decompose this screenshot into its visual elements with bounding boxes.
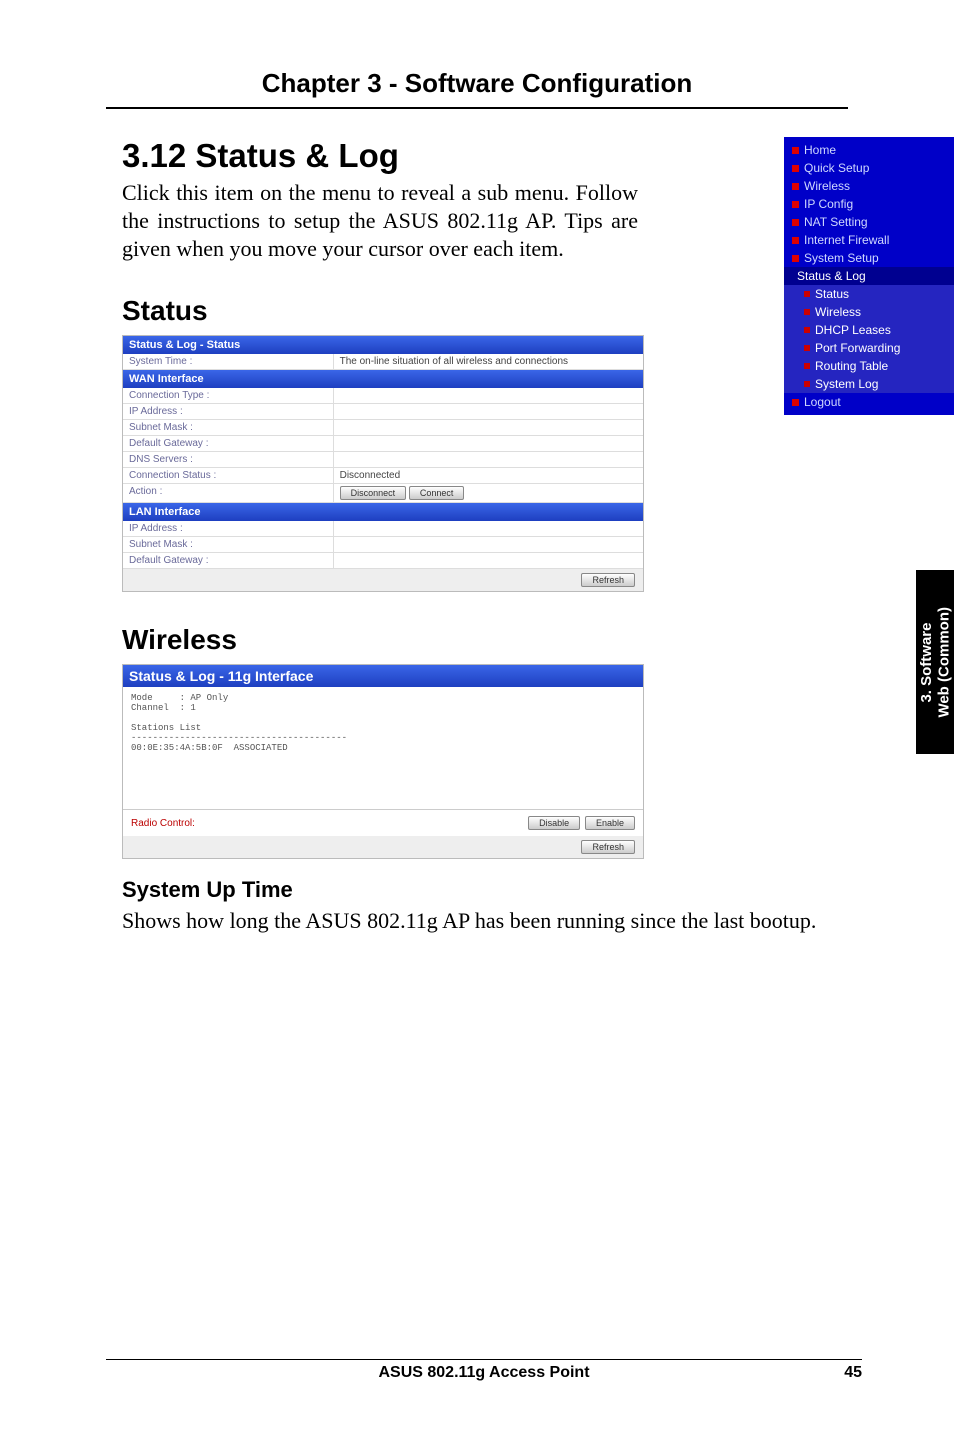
menu-item: NAT Setting — [804, 215, 868, 229]
disconnect-button: Disconnect — [340, 486, 407, 500]
wireless-screenshot: Status & Log - 11g Interface Mode : AP O… — [122, 664, 644, 859]
bullet-icon — [792, 255, 799, 262]
refresh-button: Refresh — [581, 840, 635, 854]
footer-divider — [106, 1359, 862, 1360]
bullet-icon — [804, 381, 810, 387]
disable-button: Disable — [528, 816, 580, 830]
refresh-button: Refresh — [581, 573, 635, 587]
bullet-icon — [792, 147, 799, 154]
divider — [106, 107, 848, 109]
row-label: Default Gateway : — [123, 436, 333, 451]
bullet-icon — [804, 363, 810, 369]
system-uptime-heading: System Up Time — [122, 877, 848, 903]
row-label: Default Gateway : — [123, 553, 333, 568]
footer-page-number: 45 — [826, 1364, 862, 1382]
wireless-table-title: Status & Log - 11g Interface — [123, 665, 643, 687]
content-area: Home Quick Setup Wireless IP Config NAT … — [0, 137, 954, 936]
row-label: IP Address : — [123, 521, 333, 536]
page: Chapter 3 - Software Configuration Home … — [0, 0, 954, 1438]
menu-item: Logout — [804, 395, 841, 409]
menu-item-active: Status & Log — [797, 269, 866, 283]
chapter-title: Chapter 3 - Software Configuration — [0, 68, 954, 99]
menu-item: Internet Firewall — [804, 233, 889, 247]
menu-item: IP Config — [804, 197, 853, 211]
side-tab-line1: 3. Software — [918, 622, 935, 702]
bullet-icon — [804, 291, 810, 297]
wireless-log-body: Mode : AP Only Channel : 1 Stations List… — [123, 687, 643, 809]
bullet-icon — [792, 165, 799, 172]
bullet-icon — [804, 327, 810, 333]
footer-product: ASUS 802.11g Access Point — [142, 1364, 826, 1382]
row-value — [333, 436, 643, 451]
submenu-item: DHCP Leases — [815, 323, 891, 337]
row-value: The on-line situation of all wireless an… — [333, 354, 643, 369]
intro-paragraph: Click this item on the menu to reveal a … — [122, 179, 638, 263]
submenu-item: Status — [815, 287, 849, 301]
connect-button: Connect — [409, 486, 465, 500]
side-tab: 3. Software Web (Common) — [916, 570, 954, 754]
menu-item: Wireless — [804, 179, 850, 193]
bullet-icon — [792, 237, 799, 244]
row-label: Subnet Mask : — [123, 537, 333, 552]
section-header: WAN Interface — [123, 370, 643, 388]
menu-item: Home — [804, 143, 836, 157]
bullet-icon — [804, 309, 810, 315]
row-label: Connection Type : — [123, 388, 333, 403]
section-heading: 3.12 Status & Log — [122, 137, 848, 175]
bullet-icon — [792, 399, 799, 406]
footer-spacer — [106, 1364, 142, 1382]
bullet-icon — [792, 201, 799, 208]
radio-control-label: Radio Control: — [131, 818, 195, 829]
wireless-heading: Wireless — [122, 624, 848, 656]
footer: ASUS 802.11g Access Point 45 — [106, 1351, 862, 1382]
row-value — [333, 452, 643, 467]
system-uptime-body: Shows how long the ASUS 802.11g AP has b… — [122, 907, 848, 935]
bullet-icon — [792, 219, 799, 226]
row-label: System Time : — [123, 354, 333, 369]
row-label: DNS Servers : — [123, 452, 333, 467]
status-screenshot: Status & Log - Status System Time :The o… — [122, 335, 644, 592]
menu-item: Quick Setup — [804, 161, 869, 175]
row-value — [333, 404, 643, 419]
status-table-title: Status & Log - Status — [123, 336, 643, 354]
submenu-item: Routing Table — [815, 359, 888, 373]
row-value — [333, 388, 643, 403]
row-value — [333, 553, 643, 568]
row-value — [333, 420, 643, 435]
submenu-item: Wireless — [815, 305, 861, 319]
blue-side-menu-image: Home Quick Setup Wireless IP Config NAT … — [784, 137, 954, 415]
row-value — [333, 521, 643, 536]
row-label: Subnet Mask : — [123, 420, 333, 435]
submenu-item: Port Forwarding — [815, 341, 900, 355]
section-header: LAN Interface — [123, 503, 643, 521]
submenu-item: System Log — [815, 377, 878, 391]
bullet-icon — [792, 183, 799, 190]
row-value — [333, 537, 643, 552]
menu-item: System Setup — [804, 251, 879, 265]
row-value: Disconnected — [333, 468, 643, 483]
status-heading: Status — [122, 295, 848, 327]
row-label: IP Address : — [123, 404, 333, 419]
enable-button: Enable — [585, 816, 635, 830]
row-label: Action : — [123, 484, 333, 502]
row-value: Disconnect Connect — [333, 484, 643, 502]
row-label: Connection Status : — [123, 468, 333, 483]
side-tab-line2: Web (Common) — [935, 607, 952, 718]
bullet-icon — [804, 345, 810, 351]
